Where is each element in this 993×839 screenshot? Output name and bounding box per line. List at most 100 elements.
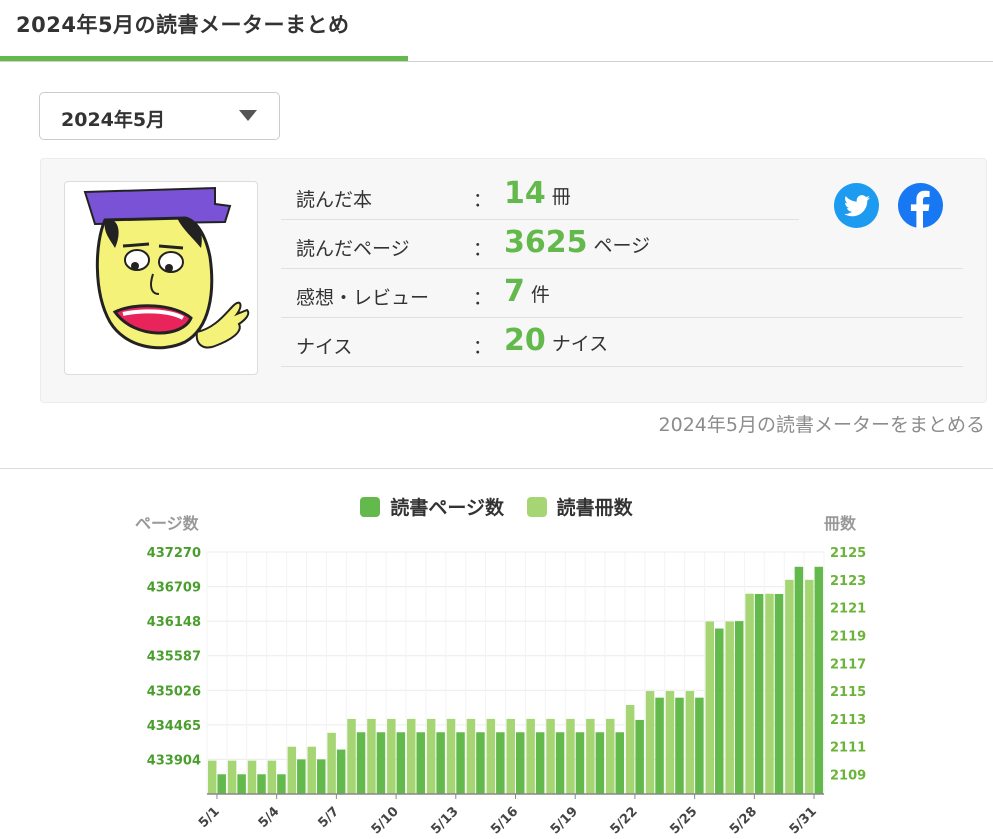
bar-books bbox=[327, 732, 336, 794]
twitter-share-button[interactable] bbox=[834, 183, 879, 228]
left-tick-label: 437270 bbox=[147, 546, 201, 561]
x-tick-label: 5/25 bbox=[667, 804, 700, 837]
bar-pages bbox=[615, 732, 625, 794]
right-tick-label: 2121 bbox=[830, 602, 866, 617]
bar-pages bbox=[715, 628, 724, 794]
bar-books bbox=[785, 579, 794, 794]
legend-label-pages: 読書ページ数 bbox=[390, 497, 504, 519]
summary-card: 読んだ本 ： 14 冊 読んだページ ： 3625 ページ 感想・レビュー ： 7件… bbox=[40, 158, 987, 403]
page-title: 2024年5月の読書メーターまとめ bbox=[16, 13, 350, 37]
x-tick-label: 5/31 bbox=[787, 804, 820, 837]
bar-pages bbox=[695, 697, 704, 794]
bar-books bbox=[705, 621, 715, 794]
bar-books bbox=[227, 760, 237, 794]
bar-books bbox=[645, 691, 655, 794]
legend-item-books[interactable]: 読書冊数 bbox=[526, 493, 633, 520]
x-tick-label: 5/19 bbox=[548, 804, 581, 837]
avatar bbox=[64, 181, 258, 375]
right-tick-label: 2119 bbox=[830, 629, 866, 644]
stat-colon: ： bbox=[473, 287, 493, 309]
bar-pages bbox=[376, 732, 386, 794]
bar-pages bbox=[754, 593, 764, 794]
bar-books bbox=[287, 746, 297, 794]
month-select[interactable]: 2024年5月 bbox=[39, 92, 280, 140]
bar-books bbox=[207, 760, 217, 794]
bar-books bbox=[625, 704, 635, 794]
right-tick-label: 2109 bbox=[830, 769, 866, 784]
x-tick-label: 5/28 bbox=[727, 804, 760, 837]
month-select-value: 2024年5月 bbox=[61, 109, 166, 131]
legend-swatch-books bbox=[526, 496, 547, 517]
right-tick-label: 2125 bbox=[830, 546, 866, 561]
bar-pages bbox=[456, 732, 465, 794]
stat-row-nice: ナイス ： 20 ナイス bbox=[281, 318, 963, 367]
left-tick-label: 434465 bbox=[147, 719, 201, 734]
right-axis-title: 冊数 bbox=[824, 514, 857, 533]
stat-value: 14 冊 bbox=[504, 176, 571, 211]
legend-item-pages[interactable]: 読書ページ数 bbox=[360, 493, 504, 520]
bar-books bbox=[367, 718, 376, 794]
bar-pages bbox=[356, 732, 366, 794]
stat-row-books: 読んだ本 ： 14 冊 bbox=[281, 171, 799, 220]
bar-books bbox=[685, 691, 695, 794]
stat-value: 3625 ページ bbox=[504, 225, 651, 260]
x-tick-label: 5/16 bbox=[488, 804, 521, 837]
bar-pages bbox=[555, 732, 565, 794]
facebook-share-button[interactable] bbox=[898, 183, 943, 228]
bar-books bbox=[745, 593, 754, 794]
bar-books bbox=[307, 746, 316, 794]
bar-pages bbox=[655, 697, 664, 794]
bar-pages bbox=[734, 621, 744, 794]
bar-pages bbox=[257, 774, 266, 794]
stat-unit: ナイス bbox=[551, 333, 609, 355]
bar-pages bbox=[575, 732, 585, 794]
bar-pages bbox=[237, 774, 246, 794]
bar-pages bbox=[774, 593, 784, 794]
right-tick-label: 2117 bbox=[830, 657, 866, 672]
page-header: 2024年5月の読書メーターまとめ bbox=[0, 0, 993, 62]
facebook-icon bbox=[910, 190, 930, 228]
right-tick-label: 2111 bbox=[830, 741, 866, 756]
bar-books bbox=[426, 718, 436, 794]
right-tick-label: 2115 bbox=[830, 685, 866, 700]
bar-pages bbox=[516, 732, 525, 794]
bar-pages bbox=[336, 749, 346, 794]
bar-pages bbox=[496, 732, 505, 794]
bar-pages bbox=[316, 759, 326, 794]
stat-value: 7件 bbox=[504, 274, 550, 309]
x-tick-label: 5/13 bbox=[428, 804, 461, 837]
stat-label: 感想・レビュー bbox=[296, 287, 430, 309]
bar-pages bbox=[396, 732, 406, 794]
bar-pages bbox=[416, 732, 425, 794]
bar-books bbox=[267, 760, 277, 794]
right-tick-label: 2113 bbox=[830, 713, 866, 728]
x-tick-label: 5/1 bbox=[196, 804, 223, 831]
x-tick-label: 5/10 bbox=[369, 804, 402, 837]
caret-down-icon bbox=[239, 110, 257, 121]
bar-pages bbox=[277, 774, 286, 794]
stat-unit: ページ bbox=[593, 235, 651, 257]
stat-label: 読んだページ bbox=[296, 238, 410, 260]
left-tick-label: 435026 bbox=[147, 684, 201, 699]
bar-pages bbox=[814, 566, 824, 794]
bar-pages bbox=[535, 732, 545, 794]
left-tick-label: 436148 bbox=[147, 615, 201, 630]
stat-colon: ： bbox=[473, 238, 493, 260]
bar-books bbox=[586, 718, 595, 794]
right-tick-label: 2123 bbox=[830, 574, 866, 589]
stat-colon: ： bbox=[473, 189, 493, 211]
bar-pages bbox=[217, 774, 226, 794]
bar-pages bbox=[675, 697, 684, 794]
bar-pages bbox=[476, 732, 485, 794]
create-summary-link[interactable]: 2024年5月の読書メーターをまとめる bbox=[659, 410, 985, 437]
stat-value: 20 ナイス bbox=[504, 323, 609, 358]
bar-books bbox=[387, 718, 396, 794]
left-axis-title: ページ数 bbox=[135, 514, 199, 533]
bar-pages bbox=[635, 719, 644, 794]
bar-books bbox=[247, 760, 257, 794]
bar-books bbox=[406, 718, 416, 794]
bar-books bbox=[526, 718, 535, 794]
left-tick-label: 436709 bbox=[147, 581, 201, 596]
bar-books bbox=[765, 593, 774, 794]
stat-unit: 冊 bbox=[551, 186, 571, 208]
